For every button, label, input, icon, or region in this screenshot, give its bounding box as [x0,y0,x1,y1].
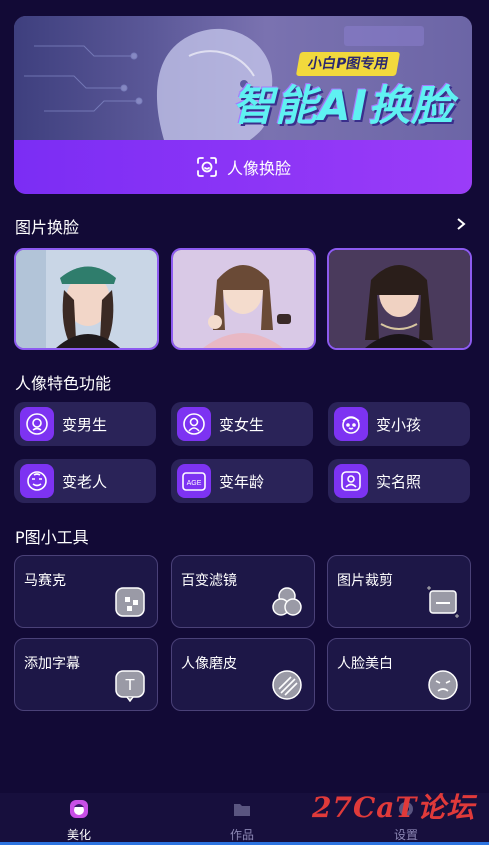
tool-filters[interactable]: 百变滤镜 [171,555,315,628]
smooth-skin-icon [272,670,302,700]
elder-face-icon [27,471,47,491]
banner-title: 智能AI换脸 [232,81,455,130]
tool-label: 马赛克 [24,573,66,589]
feature-change-age[interactable]: AGE 变年龄 [171,459,313,503]
tool-mosaic[interactable]: 马赛克 [14,555,158,628]
female-face-icon [183,413,205,435]
crop-icon [427,586,459,618]
nav-label: 作品 [229,828,254,842]
photo-template-1[interactable] [14,248,159,350]
beautify-icon [70,800,88,818]
feature-to-male[interactable]: 变男生 [14,402,156,446]
banner-illustration: 小白P图专用 智能AI换脸 [14,16,472,140]
svg-text:AGE: AGE [187,480,202,487]
feature-label: 变小孩 [376,415,422,434]
id-photo-icon [341,471,361,491]
feature-label: 实名照 [376,472,422,491]
feature-to-elder[interactable]: 变老人 [14,459,156,503]
tool-label: 人像磨皮 [181,656,237,672]
child-face-icon [342,416,360,434]
section-title-portrait-features: 人像特色功能 [15,374,112,393]
whiten-face-icon [428,670,458,700]
tool-label: 图片裁剪 [337,573,393,589]
nav-label: 设置 [393,828,418,842]
face-swap-label: 人像换脸 [226,159,291,178]
chevron-right-icon[interactable] [455,216,467,232]
mosaic-icon [115,587,145,617]
portrait-face-swap-button[interactable]: 人像换脸 [14,140,472,194]
tool-face-whitening[interactable]: 人脸美白 [327,638,471,711]
text-icon: T [115,670,145,702]
tool-label: 人脸美白 [337,656,393,672]
photo-template-2[interactable] [171,248,316,350]
face-scan-icon [197,157,217,177]
svg-text:T: T [125,677,135,694]
tool-label: 添加字幕 [24,656,80,672]
nav-beautify[interactable]: 美化 [39,799,119,843]
feature-label: 变女生 [219,415,265,434]
section-title-tools: P图小工具 [15,528,89,547]
photo-template-3[interactable] [327,248,472,350]
age-icon: AGE [182,472,206,491]
feature-label: 变男生 [62,415,108,434]
feature-to-female[interactable]: 变女生 [171,402,313,446]
hero-banner[interactable]: 小白P图专用 智能AI换脸 人像换脸 [14,16,472,194]
tool-add-caption[interactable]: 添加字幕 T [14,638,158,711]
feature-label: 变年龄 [219,472,265,491]
tool-skin-smoothing[interactable]: 人像磨皮 [171,638,315,711]
nav-works[interactable]: 作品 [202,799,282,843]
feature-id-photo[interactable]: 实名照 [328,459,470,503]
male-face-icon [26,413,48,435]
section-title-photo-swap: 图片换脸 [15,218,80,237]
forum-watermark: 27CaT论坛 [312,791,476,824]
nav-label: 美化 [66,828,91,842]
folder-icon [234,804,250,816]
feature-to-child[interactable]: 变小孩 [328,402,470,446]
tool-crop[interactable]: 图片裁剪 [327,555,471,628]
filter-icon [272,587,302,616]
tool-label: 百变滤镜 [181,573,237,589]
feature-label: 变老人 [62,472,108,491]
